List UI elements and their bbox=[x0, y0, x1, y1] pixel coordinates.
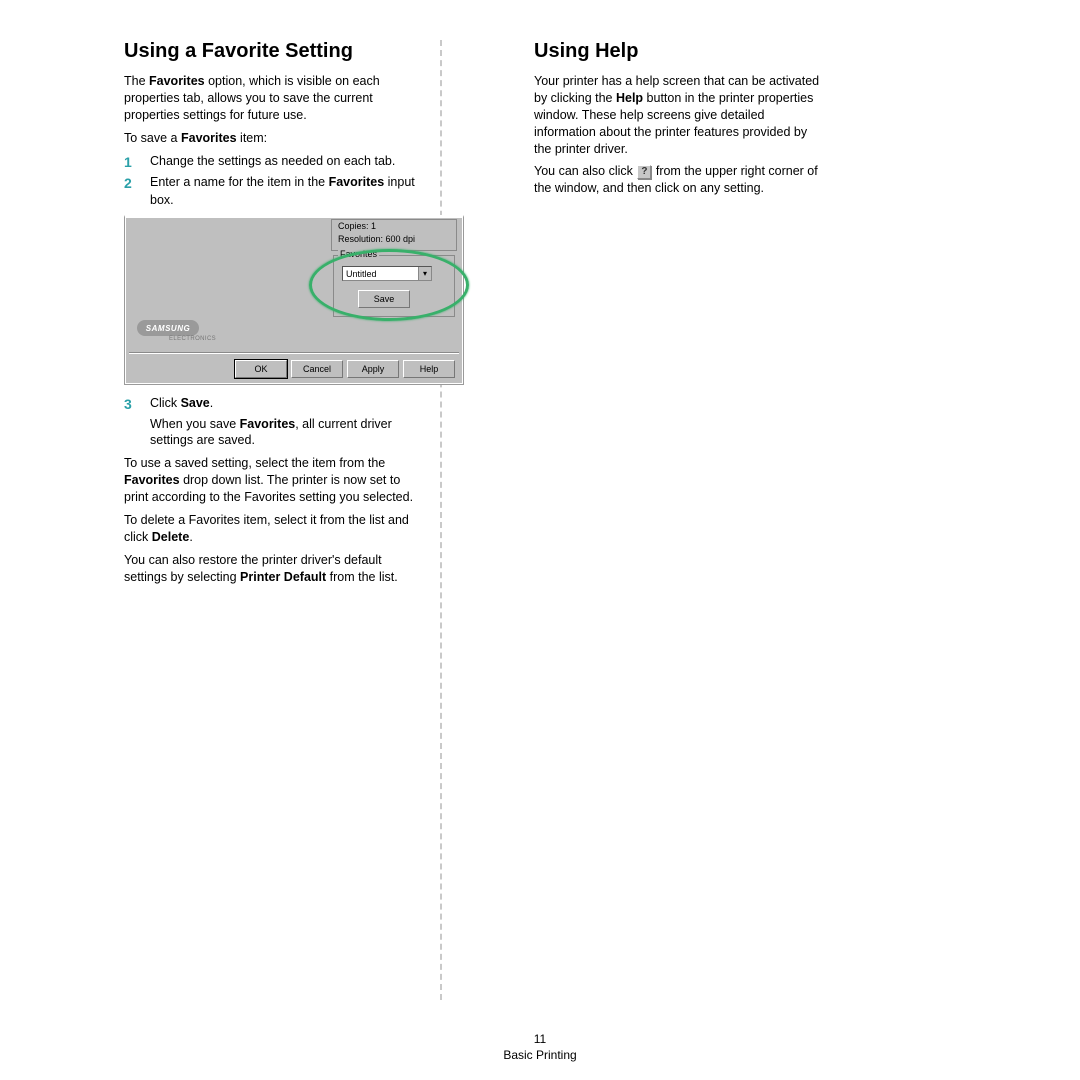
save-button[interactable]: Save bbox=[358, 290, 410, 308]
logo-subtext: ELECTRONICS bbox=[137, 336, 216, 342]
right-column: Using Help Your printer has a help scree… bbox=[442, 40, 842, 1000]
restore-paragraph: You can also restore the printer driver'… bbox=[124, 552, 426, 586]
text: Enter a name for the item in the bbox=[150, 175, 329, 189]
delete-paragraph: To delete a Favorites item, select it fr… bbox=[124, 512, 426, 546]
step-3-sub: When you save Favorites, all current dri… bbox=[150, 416, 426, 450]
step-3: Click Save. When you save Favorites, all… bbox=[124, 395, 426, 449]
help-button[interactable]: Help bbox=[403, 360, 455, 378]
help-paragraph-1: Your printer has a help screen that can … bbox=[534, 73, 822, 157]
help-paragraph-2: You can also click ? from the upper righ… bbox=[534, 163, 822, 197]
text: When you save bbox=[150, 417, 240, 431]
favorites-combobox[interactable]: Untitled ▾ bbox=[342, 266, 432, 281]
text: To use a saved setting, select the item … bbox=[124, 456, 385, 470]
combobox-value: Untitled bbox=[346, 269, 377, 279]
heading-help: Using Help bbox=[534, 40, 822, 63]
text-bold: Help bbox=[616, 91, 643, 105]
text: . bbox=[210, 396, 213, 410]
left-column: Using a Favorite Setting The Favorites o… bbox=[40, 40, 440, 1000]
heading-favorite: Using a Favorite Setting bbox=[124, 40, 426, 63]
favorites-groupbox-label: Favorites bbox=[338, 249, 379, 259]
separator bbox=[129, 352, 459, 354]
page-footer: 11 Basic Printing bbox=[0, 1032, 1080, 1062]
text: To save a bbox=[124, 131, 181, 145]
text-bold: Favorites bbox=[149, 74, 205, 88]
text: Click bbox=[150, 396, 181, 410]
resolution-label: Resolution: 600 dpi bbox=[338, 234, 415, 244]
text: You can also click bbox=[534, 164, 636, 178]
logo-text: SAMSUNG bbox=[137, 320, 199, 336]
text-bold: Favorites bbox=[181, 131, 237, 145]
step-1: Change the settings as needed on each ta… bbox=[124, 153, 426, 171]
steps-list-cont: Click Save. When you save Favorites, all… bbox=[124, 395, 426, 449]
apply-button[interactable]: Apply bbox=[347, 360, 399, 378]
favorites-group: Favorites Untitled ▾ Save bbox=[333, 255, 455, 317]
intro-paragraph: The Favorites option, which is visible o… bbox=[124, 73, 426, 124]
text-bold: Favorites bbox=[329, 175, 385, 189]
copies-label: Copies: 1 bbox=[338, 221, 376, 231]
question-icon[interactable]: ? bbox=[637, 165, 651, 179]
cancel-button[interactable]: Cancel bbox=[291, 360, 343, 378]
ok-button[interactable]: OK bbox=[235, 360, 287, 378]
page-number: 11 bbox=[0, 1032, 1080, 1046]
footer-section: Basic Printing bbox=[0, 1048, 1080, 1062]
tosave-line: To save a Favorites item: bbox=[124, 130, 426, 147]
dialog-button-row: OK Cancel Apply Help bbox=[235, 360, 455, 378]
text: . bbox=[189, 530, 192, 544]
text: The bbox=[124, 74, 149, 88]
steps-list: Change the settings as needed on each ta… bbox=[124, 153, 426, 210]
text-bold: Favorites bbox=[124, 473, 180, 487]
text-bold: Favorites bbox=[240, 417, 296, 431]
brand-logo: SAMSUNG ELECTRONICS bbox=[137, 320, 216, 342]
step-text: Change the settings as needed on each ta… bbox=[150, 154, 395, 168]
text: item: bbox=[237, 131, 268, 145]
text-bold: Save bbox=[181, 396, 210, 410]
step-2: Enter a name for the item in the Favorit… bbox=[124, 174, 426, 209]
chevron-down-icon[interactable]: ▾ bbox=[418, 267, 431, 280]
use-paragraph: To use a saved setting, select the item … bbox=[124, 455, 426, 506]
text: from the list. bbox=[326, 570, 398, 584]
screenshot-dialog: Copies: 1 Resolution: 600 dpi Favorites … bbox=[124, 215, 464, 385]
text-bold: Printer Default bbox=[240, 570, 326, 584]
text-bold: Delete bbox=[152, 530, 190, 544]
info-group: Copies: 1 Resolution: 600 dpi bbox=[331, 219, 457, 251]
